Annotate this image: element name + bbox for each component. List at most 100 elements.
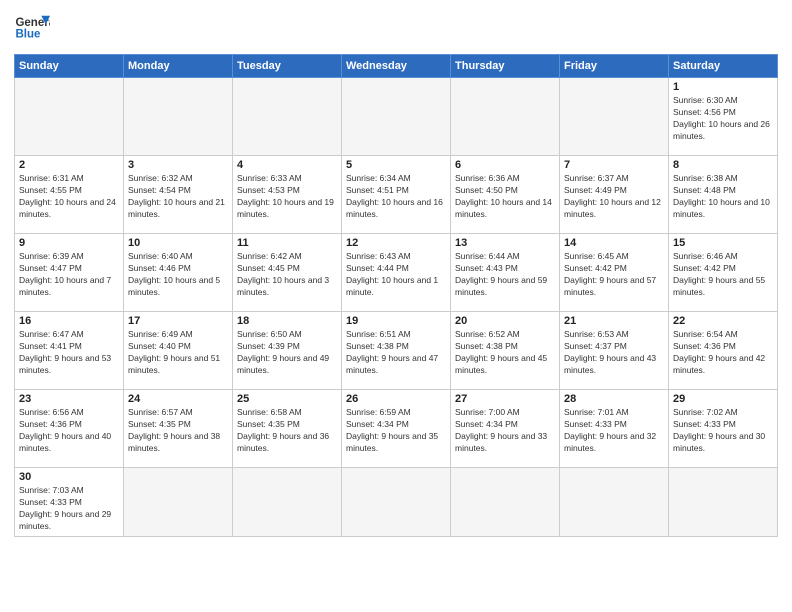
- day-info: Sunrise: 6:59 AMSunset: 4:34 PMDaylight:…: [346, 407, 446, 455]
- day-number: 26: [346, 393, 446, 405]
- calendar-week-2: 2Sunrise: 6:31 AMSunset: 4:55 PMDaylight…: [15, 156, 778, 234]
- calendar-cell: [451, 78, 560, 156]
- day-number: 23: [19, 393, 119, 405]
- day-info: Sunrise: 7:01 AMSunset: 4:33 PMDaylight:…: [564, 407, 664, 455]
- calendar-cell: [124, 468, 233, 537]
- calendar-week-4: 16Sunrise: 6:47 AMSunset: 4:41 PMDayligh…: [15, 312, 778, 390]
- day-number: 1: [673, 81, 773, 93]
- day-info: Sunrise: 6:30 AMSunset: 4:56 PMDaylight:…: [673, 95, 773, 143]
- day-number: 25: [237, 393, 337, 405]
- logo: General Blue: [14, 10, 50, 46]
- calendar-week-6: 30 Sunrise: 7:03 AMSunset: 4:33 PMDayligh…: [15, 468, 778, 537]
- day-info: Sunrise: 6:39 AMSunset: 4:47 PMDaylight:…: [19, 251, 119, 299]
- day-number: 27: [455, 393, 555, 405]
- day-info: Sunrise: 6:46 AMSunset: 4:42 PMDaylight:…: [673, 251, 773, 299]
- day-info: Sunrise: 6:56 AMSunset: 4:36 PMDaylight:…: [19, 407, 119, 455]
- calendar-cell: [560, 468, 669, 537]
- calendar-cell: 11 Sunrise: 6:42 AMSunset: 4:45 PMDayligh…: [233, 234, 342, 312]
- calendar-week-1: 1 Sunrise: 6:30 AMSunset: 4:56 PMDaylight…: [15, 78, 778, 156]
- calendar-cell: 2Sunrise: 6:31 AMSunset: 4:55 PMDaylight…: [15, 156, 124, 234]
- day-number: 5: [346, 159, 446, 171]
- day-info: Sunrise: 7:03 AMSunset: 4:33 PMDaylight:…: [19, 485, 119, 533]
- day-number: 4: [237, 159, 337, 171]
- day-number: 17: [128, 315, 228, 327]
- day-info: Sunrise: 6:31 AMSunset: 4:55 PMDaylight:…: [19, 173, 119, 221]
- calendar-cell: 25 Sunrise: 6:58 AMSunset: 4:35 PMDayligh…: [233, 390, 342, 468]
- calendar-cell: [342, 468, 451, 537]
- calendar-cell: 27Sunrise: 7:00 AMSunset: 4:34 PMDayligh…: [451, 390, 560, 468]
- calendar-week-3: 9 Sunrise: 6:39 AMSunset: 4:47 PMDaylight…: [15, 234, 778, 312]
- day-number: 7: [564, 159, 664, 171]
- calendar-cell: 1 Sunrise: 6:30 AMSunset: 4:56 PMDaylight…: [669, 78, 778, 156]
- svg-text:Blue: Blue: [15, 28, 41, 40]
- calendar-cell: 14 Sunrise: 6:45 AMSunset: 4:42 PMDayligh…: [560, 234, 669, 312]
- calendar-cell: 29 Sunrise: 7:02 AMSunset: 4:33 PMDayligh…: [669, 390, 778, 468]
- day-info: Sunrise: 6:57 AMSunset: 4:35 PMDaylight:…: [128, 407, 228, 455]
- calendar-cell: 3 Sunrise: 6:32 AMSunset: 4:54 PMDaylight…: [124, 156, 233, 234]
- calendar-cell: 19Sunrise: 6:51 AMSunset: 4:38 PMDayligh…: [342, 312, 451, 390]
- day-number: 19: [346, 315, 446, 327]
- calendar-cell: [124, 78, 233, 156]
- day-info: Sunrise: 6:54 AMSunset: 4:36 PMDaylight:…: [673, 329, 773, 377]
- day-info: Sunrise: 6:37 AMSunset: 4:49 PMDaylight:…: [564, 173, 664, 221]
- calendar-cell: 20Sunrise: 6:52 AMSunset: 4:38 PMDayligh…: [451, 312, 560, 390]
- calendar-cell: 8 Sunrise: 6:38 AMSunset: 4:48 PMDaylight…: [669, 156, 778, 234]
- calendar-cell: 13 Sunrise: 6:44 AMSunset: 4:43 PMDayligh…: [451, 234, 560, 312]
- day-number: 6: [455, 159, 555, 171]
- calendar-cell: 7 Sunrise: 6:37 AMSunset: 4:49 PMDaylight…: [560, 156, 669, 234]
- calendar-cell: [342, 78, 451, 156]
- day-number: 13: [455, 237, 555, 249]
- day-info: Sunrise: 6:40 AMSunset: 4:46 PMDaylight:…: [128, 251, 228, 299]
- day-info: Sunrise: 6:36 AMSunset: 4:50 PMDaylight:…: [455, 173, 555, 221]
- day-info: Sunrise: 6:45 AMSunset: 4:42 PMDaylight:…: [564, 251, 664, 299]
- calendar-cell: [15, 78, 124, 156]
- day-number: 10: [128, 237, 228, 249]
- day-number: 24: [128, 393, 228, 405]
- day-number: 8: [673, 159, 773, 171]
- calendar-cell: 10 Sunrise: 6:40 AMSunset: 4:46 PMDayligh…: [124, 234, 233, 312]
- weekday-header-tuesday: Tuesday: [233, 55, 342, 78]
- header: General Blue: [14, 10, 778, 46]
- calendar-cell: 26 Sunrise: 6:59 AMSunset: 4:34 PMDayligh…: [342, 390, 451, 468]
- calendar-cell: [669, 468, 778, 537]
- day-info: Sunrise: 6:38 AMSunset: 4:48 PMDaylight:…: [673, 173, 773, 221]
- day-info: Sunrise: 6:44 AMSunset: 4:43 PMDaylight:…: [455, 251, 555, 299]
- day-info: Sunrise: 6:34 AMSunset: 4:51 PMDaylight:…: [346, 173, 446, 221]
- day-info: Sunrise: 6:47 AMSunset: 4:41 PMDaylight:…: [19, 329, 119, 377]
- day-number: 30: [19, 471, 119, 483]
- day-number: 9: [19, 237, 119, 249]
- calendar-cell: 9 Sunrise: 6:39 AMSunset: 4:47 PMDaylight…: [15, 234, 124, 312]
- day-info: Sunrise: 6:42 AMSunset: 4:45 PMDaylight:…: [237, 251, 337, 299]
- calendar-cell: 16Sunrise: 6:47 AMSunset: 4:41 PMDayligh…: [15, 312, 124, 390]
- day-info: Sunrise: 6:43 AMSunset: 4:44 PMDaylight:…: [346, 251, 446, 299]
- calendar-cell: 6 Sunrise: 6:36 AMSunset: 4:50 PMDaylight…: [451, 156, 560, 234]
- day-number: 21: [564, 315, 664, 327]
- day-info: Sunrise: 6:52 AMSunset: 4:38 PMDaylight:…: [455, 329, 555, 377]
- day-info: Sunrise: 6:58 AMSunset: 4:35 PMDaylight:…: [237, 407, 337, 455]
- calendar-cell: 12Sunrise: 6:43 AMSunset: 4:44 PMDayligh…: [342, 234, 451, 312]
- calendar-cell: 21Sunrise: 6:53 AMSunset: 4:37 PMDayligh…: [560, 312, 669, 390]
- calendar-cell: 28 Sunrise: 7:01 AMSunset: 4:33 PMDayligh…: [560, 390, 669, 468]
- weekday-header-friday: Friday: [560, 55, 669, 78]
- calendar-cell: 17 Sunrise: 6:49 AMSunset: 4:40 PMDayligh…: [124, 312, 233, 390]
- calendar-cell: [233, 78, 342, 156]
- day-info: Sunrise: 7:02 AMSunset: 4:33 PMDaylight:…: [673, 407, 773, 455]
- calendar: SundayMondayTuesdayWednesdayThursdayFrid…: [14, 54, 778, 537]
- day-info: Sunrise: 6:49 AMSunset: 4:40 PMDaylight:…: [128, 329, 228, 377]
- day-number: 11: [237, 237, 337, 249]
- logo-icon: General Blue: [14, 10, 50, 46]
- day-info: Sunrise: 6:50 AMSunset: 4:39 PMDaylight:…: [237, 329, 337, 377]
- calendar-cell: 23 Sunrise: 6:56 AMSunset: 4:36 PMDayligh…: [15, 390, 124, 468]
- weekday-header-saturday: Saturday: [669, 55, 778, 78]
- calendar-cell: 18Sunrise: 6:50 AMSunset: 4:39 PMDayligh…: [233, 312, 342, 390]
- day-number: 29: [673, 393, 773, 405]
- day-info: Sunrise: 6:33 AMSunset: 4:53 PMDaylight:…: [237, 173, 337, 221]
- day-info: Sunrise: 6:32 AMSunset: 4:54 PMDaylight:…: [128, 173, 228, 221]
- calendar-cell: 24 Sunrise: 6:57 AMSunset: 4:35 PMDayligh…: [124, 390, 233, 468]
- day-number: 28: [564, 393, 664, 405]
- calendar-cell: 15 Sunrise: 6:46 AMSunset: 4:42 PMDayligh…: [669, 234, 778, 312]
- day-number: 3: [128, 159, 228, 171]
- day-number: 15: [673, 237, 773, 249]
- day-number: 14: [564, 237, 664, 249]
- weekday-header-thursday: Thursday: [451, 55, 560, 78]
